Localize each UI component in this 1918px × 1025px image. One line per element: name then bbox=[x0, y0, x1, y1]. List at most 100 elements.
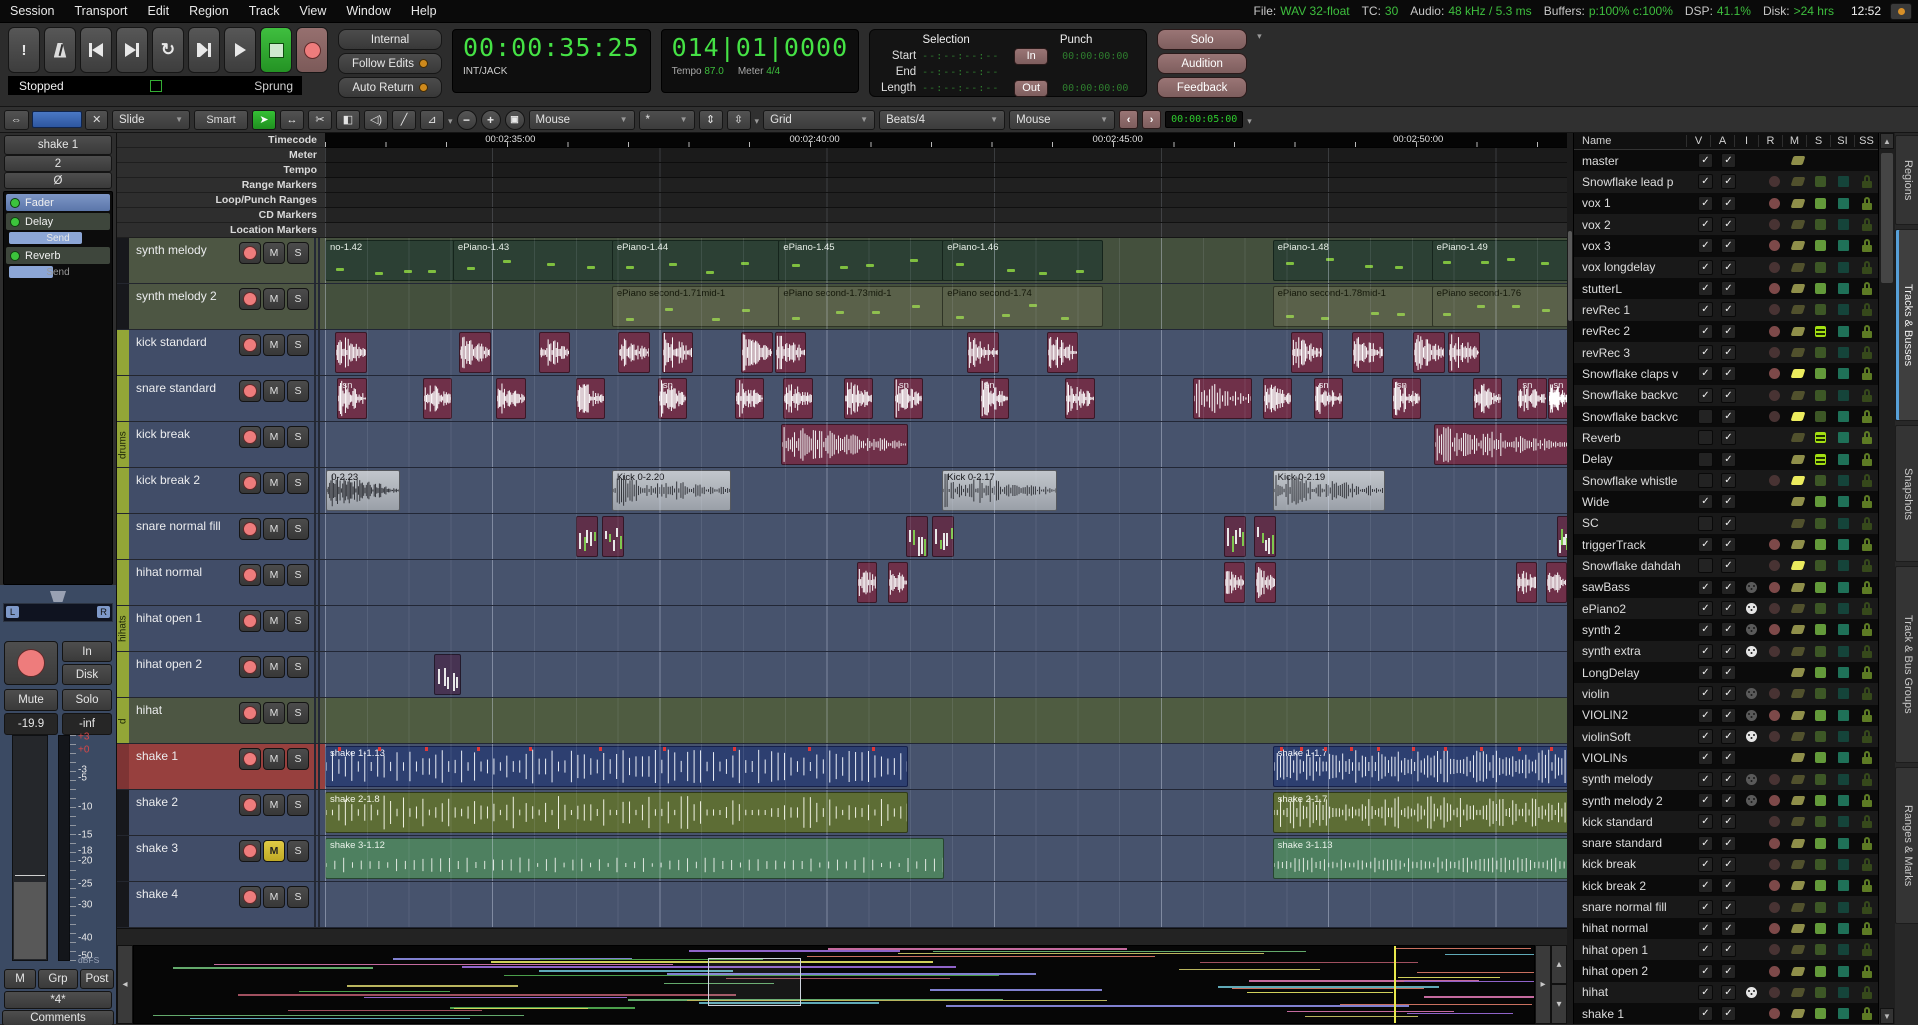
solo-button[interactable]: S bbox=[287, 334, 309, 356]
track-name[interactable]: shake 2 bbox=[129, 790, 239, 835]
visible-checkbox[interactable]: ✓ bbox=[1694, 345, 1717, 360]
mute-state-icon[interactable] bbox=[1790, 199, 1805, 208]
solo-state-icon[interactable] bbox=[1815, 390, 1826, 401]
rec-state-icon[interactable] bbox=[1769, 1008, 1780, 1019]
mute-state-icon[interactable] bbox=[1790, 540, 1805, 549]
column-header-name[interactable]: Name bbox=[1574, 135, 1686, 147]
rec-state-icon[interactable] bbox=[1769, 816, 1780, 827]
record-enable-button[interactable] bbox=[239, 380, 261, 402]
region-Kick-0-2.17[interactable]: Kick 0-2.17 bbox=[942, 470, 1057, 511]
close-strip-button[interactable]: ✕ bbox=[85, 110, 108, 130]
ruler-label-loop-punch-ranges[interactable]: Loop/Punch Ranges bbox=[117, 193, 325, 208]
tempo-value[interactable]: 87.0 bbox=[704, 66, 723, 77]
active-checkbox[interactable]: ✓ bbox=[1717, 985, 1740, 1000]
visible-checkbox[interactable]: ✓ bbox=[1694, 772, 1717, 787]
rec-state-icon[interactable] bbox=[1769, 176, 1780, 187]
track-lane-snare-normal-fill[interactable] bbox=[325, 514, 1567, 560]
solo-isolate-icon[interactable] bbox=[1838, 560, 1849, 571]
solo-isolate-icon[interactable] bbox=[1838, 1008, 1849, 1019]
mute-state-icon[interactable] bbox=[1790, 668, 1805, 677]
lock-icon[interactable] bbox=[1862, 325, 1872, 338]
snap-modifier-dropdown[interactable]: *▼ bbox=[639, 110, 695, 130]
column-header-r[interactable]: R bbox=[1758, 135, 1782, 147]
error-log-button[interactable] bbox=[1890, 3, 1912, 20]
track-name[interactable]: kick standard bbox=[129, 330, 239, 375]
solo-state-icon[interactable] bbox=[1815, 262, 1826, 273]
visible-checkbox[interactable]: ✓ bbox=[1694, 857, 1717, 872]
region[interactable] bbox=[781, 424, 908, 465]
solo-isolate-icon[interactable] bbox=[1838, 880, 1849, 891]
column-header-s[interactable]: S bbox=[1806, 135, 1830, 147]
record-enable-button[interactable] bbox=[239, 334, 261, 356]
region[interactable] bbox=[932, 516, 954, 557]
table-row-kick-standard[interactable]: kick standard✓✓ bbox=[1574, 811, 1878, 832]
ruler-lane[interactable] bbox=[325, 148, 1567, 163]
solo-isolate-icon[interactable] bbox=[1838, 454, 1849, 465]
solo-isolate-icon[interactable] bbox=[1838, 283, 1849, 294]
track-lane-hihat-open-1[interactable] bbox=[325, 606, 1567, 652]
record-enable-button[interactable] bbox=[239, 840, 261, 862]
mute-state-icon[interactable] bbox=[1790, 967, 1805, 976]
lock-icon[interactable] bbox=[1862, 709, 1872, 722]
active-checkbox[interactable]: ✓ bbox=[1717, 388, 1740, 403]
solo-isolate-icon[interactable] bbox=[1838, 496, 1849, 507]
zoom-expander-icon[interactable]: ▾ bbox=[755, 116, 760, 127]
track-lane-kick-standard[interactable] bbox=[325, 330, 1567, 376]
nudge-forward-button[interactable]: › bbox=[1142, 110, 1161, 129]
region[interactable] bbox=[906, 516, 928, 557]
visible-checkbox[interactable] bbox=[1694, 409, 1717, 424]
region-sn[interactable]: sn bbox=[1314, 378, 1343, 419]
mute-state-icon[interactable] bbox=[1790, 497, 1805, 506]
record-enable-button[interactable] bbox=[239, 564, 261, 586]
visible-checkbox[interactable]: ✓ bbox=[1694, 686, 1717, 701]
rec-state-icon[interactable] bbox=[1769, 646, 1780, 657]
active-checkbox[interactable]: ✓ bbox=[1717, 964, 1740, 979]
solo-state-icon[interactable] bbox=[1815, 454, 1826, 465]
table-row-Delay[interactable]: Delay✓ bbox=[1574, 449, 1878, 470]
region-shake-1-1.13[interactable]: shake 1-1.13 bbox=[325, 746, 908, 787]
summary-zoom-up-button[interactable]: ▴ bbox=[1551, 945, 1567, 985]
visible-checkbox[interactable]: ✓ bbox=[1694, 708, 1717, 723]
track-header-kick-standard[interactable]: kick standardMS bbox=[117, 330, 325, 376]
lock-icon[interactable] bbox=[1862, 581, 1872, 594]
solo-state-icon[interactable] bbox=[1815, 944, 1826, 955]
lock-icon[interactable] bbox=[1862, 879, 1872, 892]
monitor-input-button[interactable]: In bbox=[62, 641, 112, 662]
lock-icon[interactable] bbox=[1862, 922, 1872, 935]
lock-icon[interactable] bbox=[1862, 389, 1872, 402]
visible-checkbox[interactable]: ✓ bbox=[1694, 601, 1717, 616]
menu-edit[interactable]: Edit bbox=[138, 2, 180, 20]
rec-state-icon[interactable] bbox=[1769, 304, 1780, 315]
lock-icon[interactable] bbox=[1862, 346, 1872, 359]
track-resize-handle[interactable] bbox=[309, 284, 325, 329]
tab-track-bus-groups[interactable]: Track & Bus Groups bbox=[1895, 566, 1918, 763]
zoom-focus-dropdown[interactable]: Mouse▼ bbox=[529, 110, 635, 130]
lock-icon[interactable] bbox=[1862, 645, 1872, 658]
solo-isolate-icon[interactable] bbox=[1838, 752, 1849, 763]
lock-icon[interactable] bbox=[1862, 495, 1872, 508]
rec-state-icon[interactable] bbox=[1769, 390, 1780, 401]
solo-isolate-icon[interactable] bbox=[1838, 347, 1849, 358]
rec-state-icon[interactable] bbox=[1769, 795, 1780, 806]
region[interactable] bbox=[783, 378, 812, 419]
mute-state-icon[interactable] bbox=[1790, 817, 1805, 826]
track-name[interactable]: hihat normal bbox=[129, 560, 239, 605]
lock-icon[interactable] bbox=[1862, 943, 1872, 956]
visible-checkbox[interactable] bbox=[1694, 452, 1717, 467]
track-resize-handle[interactable] bbox=[309, 882, 325, 927]
strip-input-button[interactable]: 2 bbox=[4, 155, 112, 172]
mute-button[interactable]: M bbox=[263, 380, 285, 402]
track-resize-handle[interactable] bbox=[309, 376, 325, 421]
table-row-Snowflake-claps-v[interactable]: Snowflake claps v✓✓ bbox=[1574, 363, 1878, 384]
table-row-vox-2[interactable]: vox 2✓✓ bbox=[1574, 214, 1878, 235]
track-header-shake-1[interactable]: shake 1MS bbox=[117, 744, 325, 790]
mute-button[interactable]: M bbox=[263, 288, 285, 310]
solo-state-icon[interactable] bbox=[1815, 475, 1826, 486]
visible-checkbox[interactable]: ✓ bbox=[1694, 814, 1717, 829]
region[interactable] bbox=[1224, 516, 1246, 557]
rec-state-icon[interactable] bbox=[1769, 624, 1780, 635]
region[interactable] bbox=[1047, 332, 1079, 373]
region[interactable] bbox=[775, 332, 807, 373]
table-row-Snowflake-whistle[interactable]: Snowflake whistle✓ bbox=[1574, 470, 1878, 491]
track-resize-handle[interactable] bbox=[309, 836, 325, 881]
